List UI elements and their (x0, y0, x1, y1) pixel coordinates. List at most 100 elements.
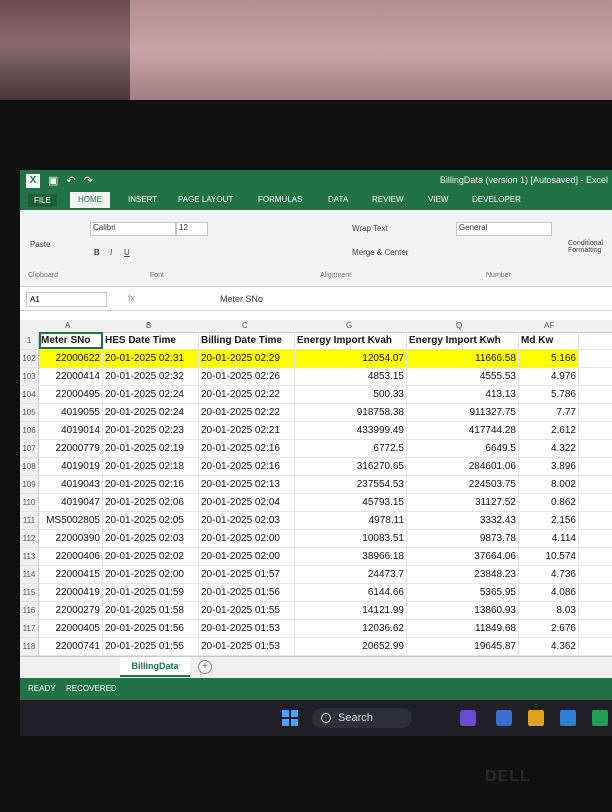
header-cell-billing-date-time[interactable]: Billing Date Time (199, 332, 295, 349)
cell-energy-import-kvah[interactable]: 24473.7 (295, 566, 407, 583)
cell-energy-import-kwh[interactable]: 9873.78 (407, 530, 519, 547)
paste-button[interactable]: Paste (30, 240, 50, 249)
save-icon[interactable]: ▣ (48, 174, 58, 188)
cell-meter-sno[interactable]: 22000279 (39, 602, 103, 619)
cell-energy-import-kwh[interactable]: 284601.06 (407, 458, 519, 475)
cell-energy-import-kwh[interactable]: 224503.75 (407, 476, 519, 493)
cell-hes-date-time[interactable]: 20-01-2025 01:55 (103, 638, 199, 655)
cell-md-kw[interactable]: 0.862 (519, 494, 579, 511)
merge-center-button[interactable]: Merge & Center (352, 248, 408, 257)
cell-meter-sno[interactable]: 4019019 (39, 458, 103, 475)
row-number[interactable]: 116 (20, 602, 39, 619)
cell-hes-date-time[interactable]: 20-01-2025 02:03 (103, 530, 199, 547)
header-cell-energy-import-kvah[interactable]: Energy Import Kvah (295, 332, 407, 349)
cell-md-kw[interactable]: 7.77 (519, 404, 579, 421)
cell-energy-import-kvah[interactable]: 20652.99 (295, 638, 407, 655)
windows-start-icon[interactable] (282, 710, 298, 726)
cell-energy-import-kvah[interactable]: 14121.99 (295, 602, 407, 619)
row-number[interactable]: 115 (20, 584, 39, 601)
cell-meter-sno[interactable]: 22000406 (39, 548, 103, 565)
cell-meter-sno[interactable]: 22000741 (39, 638, 103, 655)
row-number[interactable]: 112 (20, 530, 39, 547)
cell-hes-date-time[interactable]: 20-01-2025 01:56 (103, 620, 199, 637)
cell-billing-date-time[interactable]: 20-01-2025 02:00 (199, 548, 295, 565)
row-number[interactable]: 104 (20, 386, 39, 403)
italic-button[interactable]: I (110, 248, 112, 257)
tab-view[interactable]: VIEW (428, 195, 448, 204)
cell-hes-date-time[interactable]: 20-01-2025 02:24 (103, 386, 199, 403)
cell-hes-date-time[interactable]: 20-01-2025 02:23 (103, 422, 199, 439)
tab-data[interactable]: DATA (328, 195, 348, 204)
cell-billing-date-time[interactable]: 20-01-2025 02:00 (199, 530, 295, 547)
cell-meter-sno[interactable]: 22000390 (39, 530, 103, 547)
tab-home[interactable]: HOME (70, 192, 110, 208)
header-cell-md-kw[interactable]: Md Kw (519, 332, 579, 349)
sheet-tab-billingdata[interactable]: BillingData (120, 657, 190, 677)
row-number[interactable]: 108 (20, 458, 39, 475)
cell-energy-import-kvah[interactable]: 12036.62 (295, 620, 407, 637)
bold-button[interactable]: B (94, 248, 100, 257)
cell-billing-date-time[interactable]: 20-01-2025 02:29 (199, 350, 295, 367)
tab-file[interactable]: FILE (28, 194, 57, 207)
cell-meter-sno[interactable]: 22000779 (39, 440, 103, 457)
cell-meter-sno[interactable]: 4019014 (39, 422, 103, 439)
tab-developer[interactable]: DEVELOPER (472, 195, 521, 204)
cell-hes-date-time[interactable]: 20-01-2025 02:31 (103, 350, 199, 367)
cell-billing-date-time[interactable]: 20-01-2025 02:22 (199, 386, 295, 403)
cell-hes-date-time[interactable]: 20-01-2025 02:18 (103, 458, 199, 475)
cell-md-kw[interactable]: 4.362 (519, 638, 579, 655)
cell-energy-import-kwh[interactable]: 5365.95 (407, 584, 519, 601)
cell-hes-date-time[interactable]: 20-01-2025 02:32 (103, 368, 199, 385)
cell-billing-date-time[interactable]: 20-01-2025 01:57 (199, 566, 295, 583)
column-header-c[interactable]: C (242, 321, 248, 330)
formula-content[interactable]: Meter SNo (220, 294, 263, 304)
tab-formulas[interactable]: FORMULAS (258, 195, 302, 204)
app-icon[interactable] (496, 710, 512, 726)
underline-button[interactable]: U (124, 248, 130, 257)
cell-energy-import-kvah[interactable]: 4978.11 (295, 512, 407, 529)
row-number[interactable]: 103 (20, 368, 39, 385)
cell-energy-import-kvah[interactable]: 433999.49 (295, 422, 407, 439)
undo-icon[interactable]: ↶ (66, 174, 75, 188)
cell-billing-date-time[interactable]: 20-01-2025 02:21 (199, 422, 295, 439)
column-header-af[interactable]: AF (544, 321, 554, 330)
row-number[interactable]: 106 (20, 422, 39, 439)
cell-hes-date-time[interactable]: 20-01-2025 02:00 (103, 566, 199, 583)
cell-hes-date-time[interactable]: 20-01-2025 02:06 (103, 494, 199, 511)
font-size-select[interactable]: 12 (176, 222, 208, 236)
font-name-select[interactable]: Calibri (90, 222, 176, 236)
row-number[interactable]: 1 (20, 332, 39, 349)
cell-energy-import-kvah[interactable]: 316270.65 (295, 458, 407, 475)
tab-page-layout[interactable]: PAGE LAYOUT (178, 195, 233, 204)
cell-billing-date-time[interactable]: 20-01-2025 01:56 (199, 584, 295, 601)
cell-energy-import-kwh[interactable]: 417744.28 (407, 422, 519, 439)
cell-hes-date-time[interactable]: 20-01-2025 01:58 (103, 602, 199, 619)
cell-md-kw[interactable]: 4.114 (519, 530, 579, 547)
column-header-g[interactable]: G (346, 321, 352, 330)
cell-energy-import-kvah[interactable]: 6772.5 (295, 440, 407, 457)
column-header-q[interactable]: Q (456, 321, 462, 330)
file-explorer-icon[interactable] (528, 710, 544, 726)
cell-billing-date-time[interactable]: 20-01-2025 02:22 (199, 404, 295, 421)
cell-energy-import-kvah[interactable]: 6144.66 (295, 584, 407, 601)
cell-billing-date-time[interactable]: 20-01-2025 01:53 (199, 620, 295, 637)
cell-billing-date-time[interactable]: 20-01-2025 02:13 (199, 476, 295, 493)
cell-energy-import-kwh[interactable]: 11666.58 (407, 350, 519, 367)
column-header-b[interactable]: B (146, 321, 151, 330)
add-sheet-button[interactable]: + (198, 660, 212, 674)
cell-energy-import-kvah[interactable]: 500.33 (295, 386, 407, 403)
row-number[interactable]: 118 (20, 638, 39, 655)
cell-energy-import-kvah[interactable]: 4853.15 (295, 368, 407, 385)
taskbar-search[interactable]: Search (312, 708, 412, 728)
cell-md-kw[interactable]: 4.086 (519, 584, 579, 601)
cell-energy-import-kwh[interactable]: 37664.06 (407, 548, 519, 565)
excel-taskbar-icon[interactable] (592, 710, 608, 726)
cell-billing-date-time[interactable]: 20-01-2025 02:26 (199, 368, 295, 385)
row-number[interactable]: 107 (20, 440, 39, 457)
row-number[interactable]: 109 (20, 476, 39, 493)
cell-hes-date-time[interactable]: 20-01-2025 01:59 (103, 584, 199, 601)
cell-energy-import-kvah[interactable]: 45793.15 (295, 494, 407, 511)
cell-energy-import-kwh[interactable]: 4555.53 (407, 368, 519, 385)
cell-hes-date-time[interactable]: 20-01-2025 02:02 (103, 548, 199, 565)
redo-icon[interactable]: ↷ (84, 174, 93, 188)
